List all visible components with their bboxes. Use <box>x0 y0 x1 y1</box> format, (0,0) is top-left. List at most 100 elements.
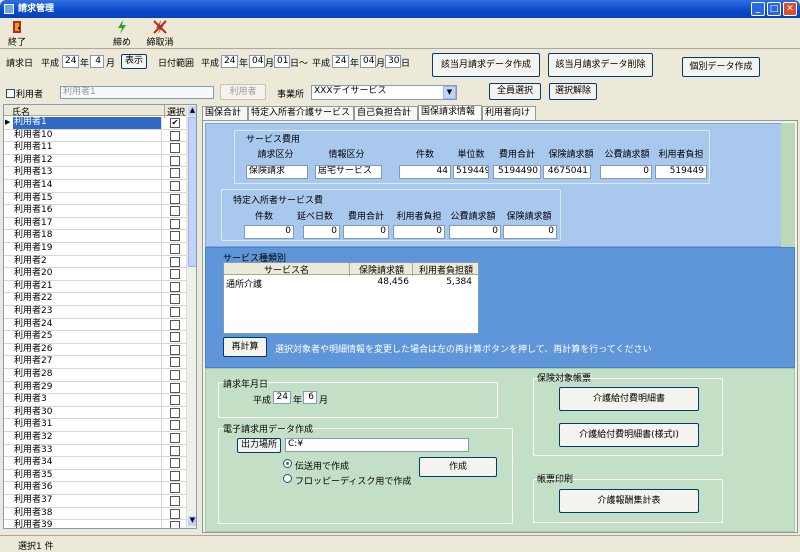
benefit-statement-button[interactable]: 介護給付費明細書 <box>559 387 699 411</box>
list-item-checkbox[interactable] <box>170 168 180 179</box>
list-item[interactable]: 利用者28 <box>4 369 186 382</box>
list-item-checkbox[interactable] <box>170 281 180 292</box>
list-item-checkbox[interactable] <box>170 231 180 242</box>
list-item-checkbox[interactable] <box>170 193 180 204</box>
scroll-down-icon[interactable]: ▼ <box>188 516 196 526</box>
list-item[interactable]: 利用者19 <box>4 243 186 256</box>
list-item[interactable]: 利用者17 <box>4 217 186 231</box>
clear-selection-button[interactable]: 選択解除 <box>549 83 597 100</box>
tab-self-pay-total[interactable]: 自己負担合計 <box>354 106 418 120</box>
list-item-checkbox[interactable] <box>170 218 180 229</box>
scroll-thumb[interactable] <box>188 117 196 267</box>
tab-kokuho-total[interactable]: 国保合計 <box>202 106 248 120</box>
create-edata-button[interactable]: 作成 <box>419 457 497 477</box>
list-item[interactable]: 利用者35 <box>4 469 186 483</box>
list-item[interactable]: 利用者14 <box>4 180 186 193</box>
list-item-checkbox[interactable] <box>170 143 180 154</box>
list-item[interactable]: 利用者18 <box>4 230 186 243</box>
list-item-checkbox[interactable] <box>170 370 180 380</box>
list-item-checkbox[interactable] <box>170 130 180 141</box>
list-item-checkbox[interactable] <box>170 357 180 368</box>
list-item[interactable]: 利用者26 <box>4 343 186 357</box>
close-button[interactable]: ✕ <box>783 2 797 16</box>
list-item[interactable]: 利用者11 <box>4 142 186 155</box>
list-item[interactable]: 利用者24 <box>4 318 186 332</box>
billing-year-field[interactable]: 24 <box>273 391 291 404</box>
list-item[interactable]: 利用者30 <box>4 406 186 420</box>
list-item[interactable]: 利用者20 <box>4 268 186 281</box>
to-year-field[interactable]: 24 <box>332 55 349 68</box>
list-item-checkbox[interactable] <box>170 508 180 519</box>
list-item-checkbox[interactable] <box>170 521 180 528</box>
list-item[interactable]: 利用者29 <box>4 381 186 395</box>
minimize-button[interactable]: _ <box>751 2 765 16</box>
close-month-button[interactable]: 締め <box>109 19 135 48</box>
from-day-field[interactable]: 01 <box>274 55 290 68</box>
list-item[interactable]: 利用者12 <box>4 154 186 168</box>
list-item-checkbox[interactable] <box>170 433 180 443</box>
list-item[interactable]: 利用者10 <box>4 129 186 143</box>
list-item-checkbox[interactable] <box>170 256 180 267</box>
list-item[interactable]: 利用者16 <box>4 205 186 218</box>
list-item[interactable]: 利用者23 <box>4 306 186 319</box>
list-item[interactable]: 利用者36 <box>4 482 186 495</box>
scroll-up-icon[interactable]: ▲ <box>188 106 196 116</box>
billing-month-field[interactable]: 6 <box>303 391 317 404</box>
user-input[interactable]: 利用者1 <box>60 86 214 99</box>
list-item-checkbox[interactable] <box>170 420 180 431</box>
list-item[interactable]: 利用者34 <box>4 457 186 470</box>
list-item[interactable]: 利用者22 <box>4 293 186 306</box>
cancel-close-button[interactable]: 締取消 <box>143 19 177 48</box>
list-item[interactable]: 利用者2 <box>4 255 186 269</box>
list-item-checkbox[interactable] <box>170 294 180 305</box>
list-item-checkbox[interactable] <box>170 458 180 469</box>
remuneration-summary-button[interactable]: 介護報酬集計表 <box>559 489 699 513</box>
select-all-button[interactable]: 全員選択 <box>489 83 541 100</box>
to-month-field[interactable]: 04 <box>360 55 376 68</box>
list-item-checkbox[interactable] <box>170 407 180 418</box>
individual-data-button[interactable]: 個別データ作成 <box>682 57 760 77</box>
delete-billing-data-button[interactable]: 該当月請求データ削除 <box>548 53 653 77</box>
list-item[interactable]: 利用者27 <box>4 356 186 369</box>
list-item-checkbox[interactable] <box>170 332 180 343</box>
list-item-checkbox[interactable] <box>170 395 180 406</box>
list-item-checkbox[interactable] <box>170 269 180 280</box>
recalc-button[interactable]: 再計算 <box>223 337 267 357</box>
list-item[interactable]: 利用者32 <box>4 432 186 445</box>
tab-for-user[interactable]: 利用者向け <box>482 106 536 120</box>
radio-floppy[interactable] <box>283 474 292 483</box>
from-month-field[interactable]: 04 <box>249 55 265 68</box>
list-item-checkbox[interactable] <box>170 155 180 166</box>
show-button[interactable]: 表示 <box>121 54 147 69</box>
list-item-checkbox[interactable] <box>170 307 180 317</box>
output-path-field[interactable]: C:¥ <box>285 438 469 452</box>
list-item[interactable]: 利用者25 <box>4 331 186 344</box>
tab-special-service[interactable]: 特定入所者介護サービス <box>248 106 354 120</box>
user-checkbox[interactable] <box>6 89 15 98</box>
list-item[interactable]: ▶ 利用者1 ✔ <box>4 117 186 130</box>
list-item-checkbox[interactable] <box>170 382 180 393</box>
list-item[interactable]: 利用者13 <box>4 167 186 180</box>
maximize-button[interactable]: □ <box>767 2 781 16</box>
from-year-field[interactable]: 24 <box>221 55 238 68</box>
list-item-checkbox[interactable] <box>170 244 180 254</box>
list-item[interactable]: 利用者33 <box>4 444 186 458</box>
radio-transmission[interactable] <box>283 459 292 468</box>
to-day-field[interactable]: 30 <box>385 55 401 68</box>
list-item[interactable]: 利用者21 <box>4 280 186 294</box>
list-item-checkbox[interactable] <box>170 496 180 506</box>
office-select[interactable]: XXXデイサービス <box>311 85 457 100</box>
list-item[interactable]: 利用者37 <box>4 495 186 508</box>
list-scrollbar[interactable]: ▲ ▼ <box>186 105 196 528</box>
list-item-checkbox[interactable] <box>170 206 180 217</box>
exit-button[interactable]: 終了 <box>4 19 30 48</box>
list-item[interactable]: 利用者3 <box>4 394 186 407</box>
list-item[interactable]: 利用者39 <box>4 520 186 528</box>
output-location-button[interactable]: 出力場所 <box>237 438 281 453</box>
list-item-checkbox[interactable] <box>170 445 180 456</box>
list-item[interactable]: 利用者15 <box>4 192 186 206</box>
list-item-checkbox[interactable]: ✔ <box>170 118 180 128</box>
month-field[interactable]: 4 <box>90 55 104 68</box>
list-item-checkbox[interactable] <box>170 470 180 481</box>
benefit-statement-form1-button[interactable]: 介護給付費明細書(様式Ⅰ) <box>559 423 699 447</box>
